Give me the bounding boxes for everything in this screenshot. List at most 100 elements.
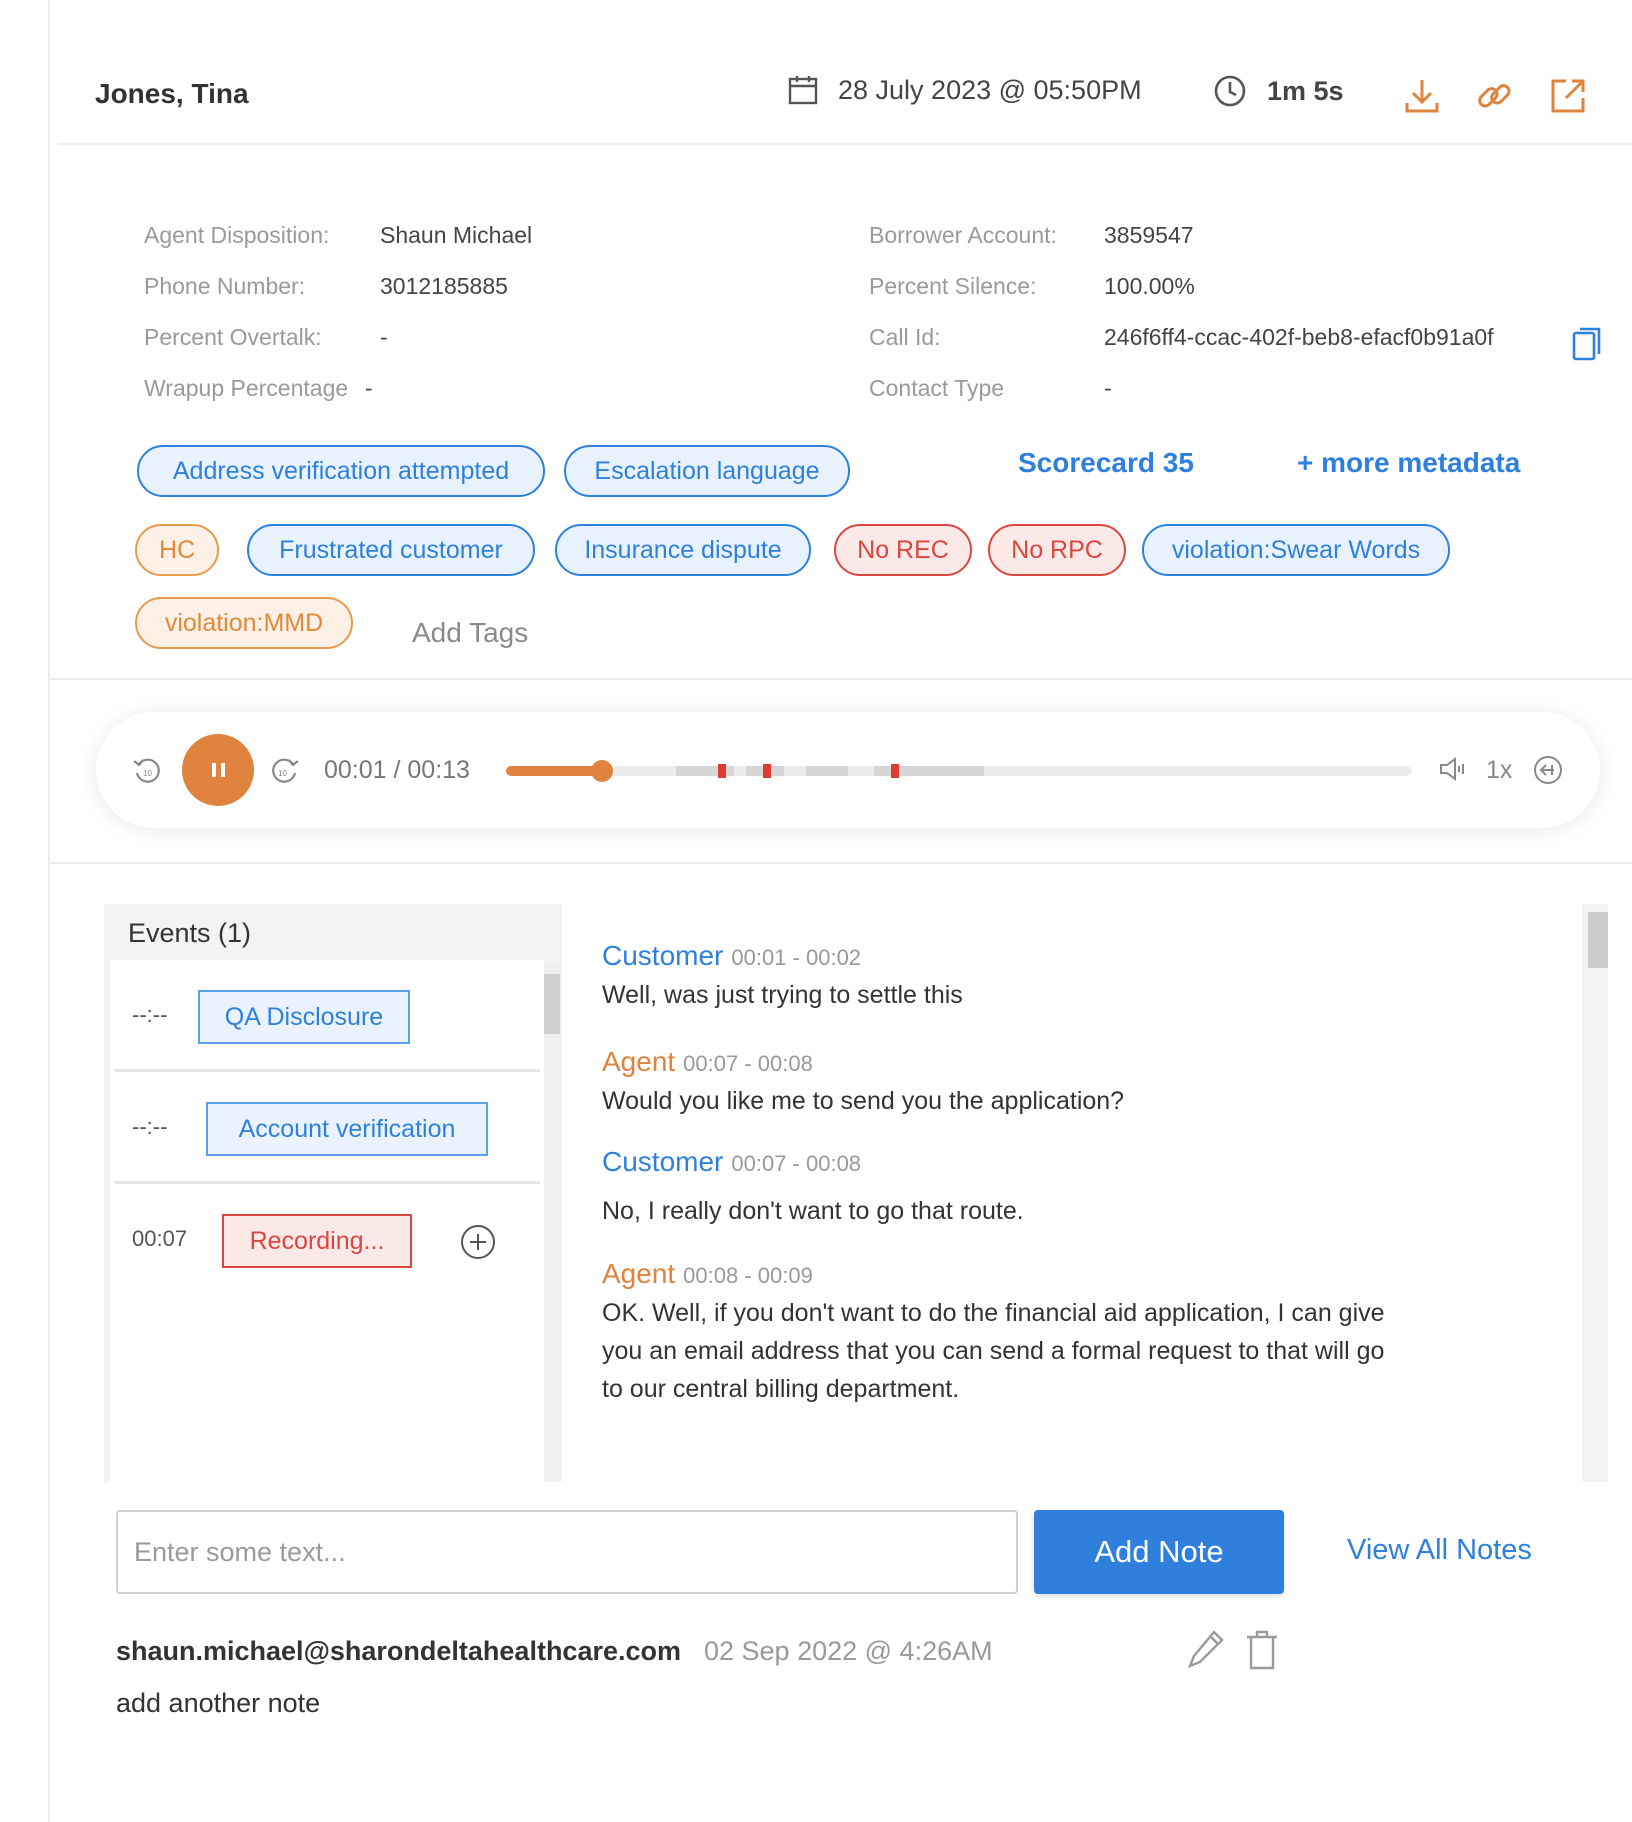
view-all-notes-link[interactable]: View All Notes xyxy=(1347,1534,1532,1567)
event-row: --:-- QA Disclosure xyxy=(114,960,540,1072)
events-scrollbar[interactable] xyxy=(544,964,560,1482)
event-account-verification[interactable]: Account verification xyxy=(206,1102,488,1156)
metadata-value: - xyxy=(365,375,373,401)
metadata-row: Borrower Account: 3859547 xyxy=(869,222,1494,273)
metadata-value: - xyxy=(1104,375,1112,401)
call-date: 28 July 2023 @ 05:50PM xyxy=(788,74,1142,106)
tag-no-rpc[interactable]: No RPC xyxy=(988,524,1126,576)
call-id-value: 246f6ff4-ccac-402f-beb8-efacf0b91a0f xyxy=(1104,324,1494,350)
tag-frustrated-customer[interactable]: Frustrated customer xyxy=(247,524,535,576)
pause-button[interactable] xyxy=(182,734,254,806)
events-scroll-thumb[interactable] xyxy=(544,974,560,1034)
scorecard-link[interactable]: Scorecard 35 xyxy=(1018,447,1194,479)
transcript: Customer 00:01 - 00:02 Well, was just try… xyxy=(562,904,1582,1482)
events-list: --:-- QA Disclosure --:-- Account verifi… xyxy=(110,960,544,1482)
tag-violation-mmd[interactable]: violation:MMD xyxy=(135,597,353,649)
progress-handle[interactable] xyxy=(591,760,613,782)
metadata-row: Call Id: 246f6ff4-ccac-402f-beb8-efacf0b9… xyxy=(869,324,1494,375)
tag-insurance-dispute[interactable]: Insurance dispute xyxy=(555,524,811,576)
metadata-row: Contact Type - xyxy=(869,375,1494,426)
event-time: --:-- xyxy=(132,1114,168,1139)
progress-track[interactable] xyxy=(506,760,1412,782)
section-divider xyxy=(50,862,1632,864)
metadata-value: 3012185885 xyxy=(380,273,508,299)
event-recording[interactable]: Recording... xyxy=(222,1214,412,1268)
copy-link-button[interactable] xyxy=(1472,74,1516,118)
download-icon xyxy=(1405,80,1439,113)
playback-speed[interactable]: 1x xyxy=(1486,756,1512,785)
call-duration: 1m 5s xyxy=(1213,74,1344,108)
speaker-label: Customer xyxy=(602,940,724,971)
more-metadata-link[interactable]: + more metadata xyxy=(1297,447,1520,479)
metadata-row: Percent Overtalk: - xyxy=(144,324,532,375)
link-icon xyxy=(1478,84,1511,108)
utterance-text: Would you like me to send you the applic… xyxy=(602,1087,1125,1115)
event-time: --:-- xyxy=(132,1002,168,1027)
add-event-button[interactable] xyxy=(460,1224,496,1260)
metadata-row: Phone Number: 3012185885 xyxy=(144,273,532,324)
svg-text:10: 10 xyxy=(278,769,287,778)
playback-time: 00:01 / 00:13 xyxy=(324,756,470,784)
copy-call-id-button[interactable] xyxy=(1572,326,1602,362)
transcript-utterance: Customer 00:07 - 00:08 No, I really don't… xyxy=(602,1146,1412,1230)
tag-violation-swear-words[interactable]: violation:Swear Words xyxy=(1142,524,1450,576)
event-marker[interactable] xyxy=(763,764,771,778)
call-header: Jones, Tina 28 July 2023 @ 05:50PM 1m 5s xyxy=(58,0,1632,145)
speaker-label: Customer xyxy=(602,1146,724,1177)
forward-10-icon: 10 xyxy=(272,758,299,783)
tag-no-rec[interactable]: No REC xyxy=(834,524,972,576)
rewind-10-icon: 10 xyxy=(133,758,160,783)
metadata-row: Wrapup Percentage - xyxy=(144,375,532,426)
volume-button[interactable] xyxy=(1438,756,1468,787)
utterance-time: 00:07 - 00:08 xyxy=(731,1151,862,1176)
tag-escalation-language[interactable]: Escalation language xyxy=(564,445,850,497)
utterance-time: 00:08 - 00:09 xyxy=(683,1263,813,1288)
rewind-10-button[interactable]: 10 xyxy=(132,756,164,791)
progress-fill xyxy=(506,766,603,776)
speaker-label: Agent xyxy=(602,1046,676,1077)
utterance-time: 00:01 - 00:02 xyxy=(731,945,862,970)
left-border xyxy=(48,0,50,1822)
event-marker[interactable] xyxy=(718,764,726,778)
events-title: Events (1) xyxy=(128,918,252,948)
speech-segment xyxy=(806,766,848,776)
tag-address-verification[interactable]: Address verification attempted xyxy=(137,445,545,497)
note-author: shaun.michael@sharondeltahealthcare.com xyxy=(116,1636,682,1666)
skip-silence-button[interactable] xyxy=(1532,754,1564,791)
add-tags-button[interactable]: Add Tags xyxy=(412,617,528,649)
transcript-scroll-thumb[interactable] xyxy=(1588,912,1608,968)
metadata-label: Borrower Account: xyxy=(869,222,1057,248)
clock-icon xyxy=(1214,75,1246,107)
transcript-utterance: Agent 00:08 - 00:09 OK. Well, if you don'… xyxy=(602,1258,1412,1408)
utterance-text: Well, was just trying to settle this xyxy=(602,981,963,1009)
metadata-label: Call Id: xyxy=(869,324,941,350)
open-external-button[interactable] xyxy=(1546,74,1590,118)
add-note-button[interactable]: Add Note xyxy=(1034,1510,1284,1594)
event-row: 00:07 Recording... xyxy=(114,1184,540,1296)
open-external-icon xyxy=(1551,79,1585,113)
edit-note-button[interactable] xyxy=(1186,1628,1226,1672)
event-marker[interactable] xyxy=(891,764,899,778)
section-divider xyxy=(50,678,1632,680)
tag-hc[interactable]: HC xyxy=(135,524,219,576)
event-qa-disclosure[interactable]: QA Disclosure xyxy=(198,990,410,1044)
forward-10-button[interactable]: 10 xyxy=(268,756,300,791)
download-button[interactable] xyxy=(1400,74,1444,118)
contact-name: Jones, Tina xyxy=(95,78,249,109)
metadata-label: Percent Silence: xyxy=(869,273,1037,299)
delete-note-button[interactable] xyxy=(1244,1628,1284,1672)
skip-icon xyxy=(1534,756,1562,784)
metadata-right: Borrower Account: 3859547 Percent Silence… xyxy=(869,222,1494,426)
metadata-left: Agent Disposition: Shaun Michael Phone Nu… xyxy=(144,222,532,426)
metadata-label: Contact Type xyxy=(869,375,1005,401)
utterance-text: OK. Well, if you don't want to do the fi… xyxy=(602,1299,1385,1403)
note-text: add another note xyxy=(116,1688,321,1718)
event-row: --:-- Account verification xyxy=(114,1072,540,1184)
note-input[interactable] xyxy=(116,1510,1018,1594)
transcript-utterance: Agent 00:07 - 00:08 Would you like me to … xyxy=(602,1046,1412,1120)
metadata-value: - xyxy=(380,324,388,350)
transcript-scrollbar[interactable] xyxy=(1582,904,1608,1482)
metadata-row: Percent Silence: 100.00% xyxy=(869,273,1494,324)
metadata-label: Wrapup Percentage xyxy=(144,375,349,401)
metadata-value: Shaun Michael xyxy=(380,222,533,248)
